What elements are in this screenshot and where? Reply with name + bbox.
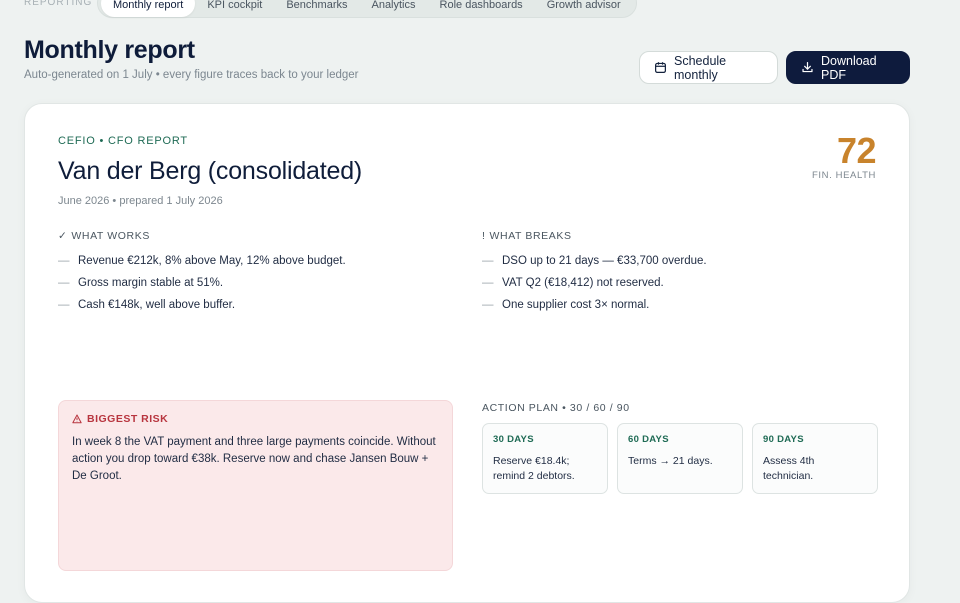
list-item: — Gross margin stable at 51%. bbox=[58, 275, 346, 297]
schedule-monthly-button[interactable]: Schedule monthly bbox=[639, 51, 778, 84]
action-plan-cards: 30 DAYS Reserve €18.4k; remind 2 debtors… bbox=[482, 423, 878, 494]
download-icon bbox=[802, 62, 813, 73]
action-plan-heading: ACTION PLAN • 30 / 60 / 90 bbox=[482, 402, 630, 414]
schedule-monthly-label: Schedule monthly bbox=[674, 53, 727, 82]
what-works-title: WHAT WORKS bbox=[71, 230, 150, 242]
report-card: CEFIO • CFO REPORT Van der Berg (consoli… bbox=[24, 103, 910, 603]
tab-growth-advisor[interactable]: Growth advisor bbox=[535, 0, 633, 17]
biggest-risk-text: In week 8 the VAT payment and three larg… bbox=[72, 436, 436, 482]
health-score: 72 bbox=[836, 130, 877, 171]
exclamation-icon: ! bbox=[482, 230, 486, 242]
what-breaks-list: — DSO up to 21 days — €33,700 overdue. — V… bbox=[482, 253, 707, 319]
action-days: 60 DAYS bbox=[628, 434, 669, 445]
what-breaks-heading: ! WHAT BREAKS bbox=[482, 230, 572, 242]
tab-monthly-report[interactable]: Monthly report bbox=[101, 0, 196, 17]
action-card-90-days: 90 DAYS Assess 4th technician. bbox=[752, 423, 878, 494]
list-item: — Revenue €212k, 8% above May, 12% above … bbox=[58, 253, 346, 275]
biggest-risk-heading: BIGGEST RISK bbox=[72, 413, 439, 425]
client-name: Van der Berg (consolidated) bbox=[58, 157, 363, 185]
action-text: Terms → 21 days. bbox=[628, 455, 713, 467]
tab-bar: Monthly report KPI cockpit Benchmarks An… bbox=[97, 0, 637, 18]
biggest-risk-title: BIGGEST RISK bbox=[87, 413, 169, 425]
dash-icon: — bbox=[58, 299, 70, 311]
action-days: 90 DAYS bbox=[763, 434, 804, 445]
health-label: FIN. HEALTH bbox=[812, 170, 876, 181]
page-subtitle: Auto-generated on 1 July • every figure … bbox=[24, 69, 359, 81]
what-breaks-title: WHAT BREAKS bbox=[489, 230, 572, 242]
action-card-60-days: 60 DAYS Terms → 21 days. bbox=[617, 423, 743, 494]
warning-icon bbox=[72, 414, 82, 424]
action-text: Reserve €18.4k; remind 2 debtors. bbox=[493, 455, 575, 482]
what-works-list: — Revenue €212k, 8% above May, 12% above … bbox=[58, 253, 346, 319]
what-works-heading: ✓ WHAT WORKS bbox=[58, 230, 150, 242]
list-item: — Cash €148k, well above buffer. bbox=[58, 297, 346, 319]
dash-icon: — bbox=[58, 255, 70, 267]
dash-icon: — bbox=[58, 277, 70, 289]
list-item: — DSO up to 21 days — €33,700 overdue. bbox=[482, 253, 707, 275]
tab-role-dashboards[interactable]: Role dashboards bbox=[428, 0, 535, 17]
action-days: 30 DAYS bbox=[493, 434, 534, 445]
page-title: Monthly report bbox=[24, 36, 195, 64]
tab-kpi-cockpit[interactable]: KPI cockpit bbox=[195, 0, 274, 17]
biggest-risk-panel: BIGGEST RISK In week 8 the VAT payment a… bbox=[58, 400, 453, 571]
dash-icon: — bbox=[482, 299, 494, 311]
top-navigation: REPORTING Monthly report KPI cockpit Ben… bbox=[0, 0, 960, 22]
dash-icon: — bbox=[482, 277, 494, 289]
section-label: REPORTING bbox=[24, 0, 93, 8]
download-pdf-button[interactable]: Download PDF bbox=[786, 51, 910, 84]
list-item: — One supplier cost 3× normal. bbox=[482, 297, 707, 319]
calendar-icon bbox=[655, 62, 666, 73]
tab-benchmarks[interactable]: Benchmarks bbox=[274, 0, 359, 17]
report-eyebrow: CEFIO • CFO REPORT bbox=[58, 135, 188, 147]
action-text: Assess 4th technician. bbox=[763, 455, 815, 482]
dash-icon: — bbox=[482, 255, 494, 267]
download-pdf-label: Download PDF bbox=[821, 53, 877, 82]
checkmark-icon: ✓ bbox=[58, 230, 68, 242]
list-item: — VAT Q2 (€18,412) not reserved. bbox=[482, 275, 707, 297]
action-card-30-days: 30 DAYS Reserve €18.4k; remind 2 debtors… bbox=[482, 423, 608, 494]
report-period: June 2026 • prepared 1 July 2026 bbox=[58, 195, 223, 207]
tab-analytics[interactable]: Analytics bbox=[359, 0, 427, 17]
